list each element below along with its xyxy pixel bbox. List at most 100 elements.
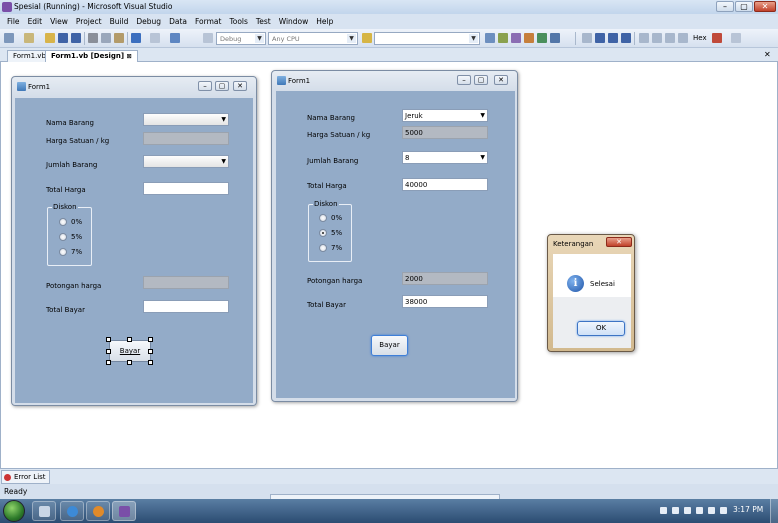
resize-handle[interactable] bbox=[148, 349, 153, 354]
show-desktop-button[interactable] bbox=[770, 499, 778, 523]
step-out-icon[interactable] bbox=[678, 33, 688, 43]
copy-icon[interactable] bbox=[101, 33, 111, 43]
start-page-icon[interactable] bbox=[537, 33, 547, 43]
radio-diskon-7[interactable] bbox=[59, 248, 67, 256]
error-list-tab[interactable]: Error List bbox=[1, 470, 50, 484]
continue-icon[interactable] bbox=[582, 33, 592, 43]
solution-explorer-icon[interactable] bbox=[485, 33, 495, 43]
form-close-button[interactable]: ✕ bbox=[233, 81, 247, 91]
taskbar-item-desktop[interactable] bbox=[32, 501, 56, 521]
breakpoints-icon[interactable] bbox=[712, 33, 722, 43]
command-window-icon[interactable] bbox=[550, 33, 560, 43]
resize-handle[interactable] bbox=[127, 360, 132, 365]
taskbar-item-visual-studio[interactable] bbox=[112, 501, 136, 521]
harga-satuan-field[interactable] bbox=[143, 132, 229, 145]
nama-barang-combo[interactable]: ▼ bbox=[143, 113, 229, 126]
design-form[interactable]: Form1 – ▢ ✕ Nama Barang ▼ Harga Satuan /… bbox=[11, 76, 257, 406]
paste-icon[interactable] bbox=[114, 33, 124, 43]
resize-handle[interactable] bbox=[106, 337, 111, 342]
total-bayar-field[interactable] bbox=[143, 300, 229, 313]
message-box-close-button[interactable]: ✕ bbox=[606, 237, 632, 247]
volume-icon[interactable] bbox=[708, 507, 715, 514]
minimize-button[interactable]: – bbox=[716, 1, 734, 12]
taskbar-item-firefox[interactable] bbox=[86, 501, 110, 521]
total-harga-field[interactable] bbox=[143, 182, 229, 195]
open-file-icon[interactable] bbox=[45, 33, 55, 43]
form-minimize-button[interactable]: – bbox=[457, 75, 471, 85]
radio-diskon-5[interactable] bbox=[319, 229, 327, 237]
menu-test[interactable]: Test bbox=[252, 17, 275, 26]
start-button[interactable] bbox=[3, 500, 25, 522]
new-project-icon[interactable] bbox=[4, 33, 14, 43]
network-icon[interactable] bbox=[684, 507, 691, 514]
bayar-button[interactable]: Bayar bbox=[371, 335, 408, 356]
menu-debug[interactable]: Debug bbox=[132, 17, 165, 26]
undo-icon[interactable] bbox=[131, 33, 141, 43]
menu-file[interactable]: File bbox=[3, 17, 24, 26]
running-form[interactable]: Form1 – ▢ ✕ Nama Barang Jeruk ▼ Harga Sa… bbox=[271, 70, 518, 402]
resize-handle[interactable] bbox=[148, 337, 153, 342]
close-button[interactable]: ✕ bbox=[754, 1, 776, 12]
menu-edit[interactable]: Edit bbox=[24, 17, 47, 26]
solution-configuration-dropdown[interactable]: Debug ▼ bbox=[216, 32, 266, 45]
restart-icon[interactable] bbox=[621, 33, 631, 43]
toolbar-options-icon[interactable] bbox=[731, 33, 741, 43]
action-center-flag-icon[interactable] bbox=[672, 507, 679, 514]
resize-handle[interactable] bbox=[106, 360, 111, 365]
clock[interactable]: 3:17 PM bbox=[733, 505, 763, 514]
maximize-button[interactable]: ▢ bbox=[735, 1, 753, 12]
menu-data[interactable]: Data bbox=[165, 17, 191, 26]
hexadecimal-display-button[interactable]: Hex bbox=[693, 34, 707, 42]
radio-diskon-5[interactable] bbox=[59, 233, 67, 241]
stop-debugging-icon[interactable] bbox=[608, 33, 618, 43]
potongan-harga-field[interactable] bbox=[143, 276, 229, 289]
jumlah-barang-combo[interactable]: ▼ bbox=[143, 155, 229, 168]
solution-platform-dropdown[interactable]: Any CPU ▼ bbox=[268, 32, 358, 45]
harga-satuan-field[interactable]: 5000 bbox=[402, 126, 488, 139]
radio-diskon-0[interactable] bbox=[59, 218, 67, 226]
save-all-icon[interactable] bbox=[71, 33, 81, 43]
resize-handle[interactable] bbox=[148, 360, 153, 365]
menu-build[interactable]: Build bbox=[106, 17, 133, 26]
nama-barang-combo[interactable]: Jeruk ▼ bbox=[402, 109, 488, 122]
jumlah-barang-combo[interactable]: 8 ▼ bbox=[402, 151, 488, 164]
total-harga-field[interactable]: 40000 bbox=[402, 178, 488, 191]
pin-icon[interactable]: ⊠ bbox=[127, 53, 132, 60]
potongan-harga-field[interactable]: 2000 bbox=[402, 272, 488, 285]
resize-handle[interactable] bbox=[127, 337, 132, 342]
taskbar-item-internet-explorer[interactable] bbox=[60, 501, 84, 521]
message-box[interactable]: Keterangan ✕ i Selesai OK bbox=[547, 234, 635, 352]
radio-diskon-7[interactable] bbox=[319, 244, 327, 252]
find-in-files-icon[interactable] bbox=[362, 33, 372, 43]
navigate-backward-icon[interactable] bbox=[170, 33, 180, 43]
close-document-icon[interactable]: ✕ bbox=[764, 50, 771, 59]
show-hidden-icons-icon[interactable] bbox=[660, 507, 667, 514]
menu-format[interactable]: Format bbox=[191, 17, 225, 26]
toolbox-icon[interactable] bbox=[524, 33, 534, 43]
ok-button[interactable]: OK bbox=[577, 321, 625, 336]
tray-app-icon[interactable] bbox=[720, 507, 727, 514]
battery-icon[interactable] bbox=[696, 507, 703, 514]
form-close-button[interactable]: ✕ bbox=[494, 75, 508, 85]
redo-icon[interactable] bbox=[150, 33, 160, 43]
form-minimize-button[interactable]: – bbox=[198, 81, 212, 91]
save-icon[interactable] bbox=[58, 33, 68, 43]
break-all-icon[interactable] bbox=[595, 33, 605, 43]
menu-help[interactable]: Help bbox=[312, 17, 337, 26]
form-maximize-button[interactable]: ▢ bbox=[474, 75, 488, 85]
menu-project[interactable]: Project bbox=[72, 17, 106, 26]
total-bayar-field[interactable]: 38000 bbox=[402, 295, 488, 308]
resize-handle[interactable] bbox=[106, 349, 111, 354]
object-browser-icon[interactable] bbox=[511, 33, 521, 43]
radio-diskon-0[interactable] bbox=[319, 214, 327, 222]
start-debugging-icon[interactable] bbox=[203, 33, 213, 43]
add-item-icon[interactable] bbox=[24, 33, 34, 43]
menu-window[interactable]: Window bbox=[275, 17, 313, 26]
form-maximize-button[interactable]: ▢ bbox=[215, 81, 229, 91]
find-combo[interactable]: ▼ bbox=[374, 32, 480, 45]
step-over-icon[interactable] bbox=[665, 33, 675, 43]
show-next-statement-icon[interactable] bbox=[639, 33, 649, 43]
bayar-button[interactable]: Bayar bbox=[109, 340, 151, 362]
menu-view[interactable]: View bbox=[46, 17, 72, 26]
properties-window-icon[interactable] bbox=[498, 33, 508, 43]
